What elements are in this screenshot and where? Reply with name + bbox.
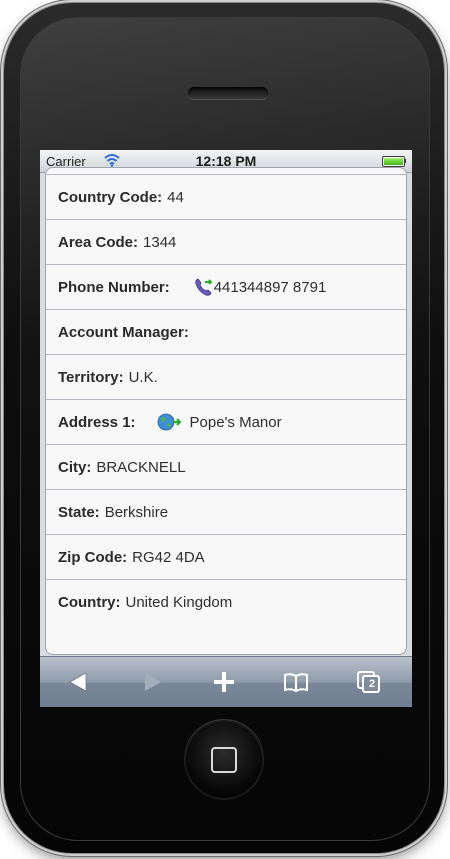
forward-arrow-icon[interactable]: [139, 670, 165, 694]
list-item-zip-code: Zip Code: RG42 4DA: [46, 534, 406, 579]
phone-number-link[interactable]: 441344897 8791: [214, 279, 327, 296]
field-label: City:: [58, 458, 92, 476]
field-label: Phone Number:: [58, 278, 170, 296]
field-value: BRACKNELL: [96, 458, 186, 476]
battery-tip: [404, 159, 406, 163]
field-label: State:: [58, 503, 100, 521]
field-value: Berkshire: [104, 503, 169, 521]
field-label: Zip Code:: [58, 548, 128, 566]
browser-toolbar: 2: [40, 656, 412, 707]
list-item-area-code: Area Code: 1344: [46, 219, 406, 264]
back-arrow-icon[interactable]: [66, 670, 92, 694]
list-item-phone-number[interactable]: Phone Number: 441344897 8791: [46, 264, 406, 309]
list-item-country-code: Country Code: 44: [46, 174, 406, 219]
iphone-device: Carrier 12:18 PM Country Code: 44 Area C…: [4, 3, 444, 853]
battery-full-icon: [382, 156, 405, 167]
list-item-state: State: Berkshire: [46, 489, 406, 534]
field-value: U.K.: [128, 368, 158, 386]
phone-call-icon[interactable]: [194, 277, 214, 297]
field-label: Account Manager:: [58, 323, 189, 341]
globe-map-icon[interactable]: [156, 412, 182, 432]
pages-count: 2: [368, 678, 376, 690]
field-value: RG42 4DA: [132, 548, 205, 566]
pages-icon[interactable]: 2: [356, 670, 382, 694]
field-label: Country Code:: [58, 188, 163, 206]
field-value: United Kingdom: [125, 593, 233, 611]
address-link[interactable]: Pope's Manor: [190, 414, 282, 431]
open-book-icon[interactable]: [283, 670, 309, 694]
field-label: Area Code:: [58, 233, 139, 251]
wifi-icon: [104, 154, 120, 167]
detail-list: Country Code: 44 Area Code: 1344 Phone N…: [45, 167, 407, 655]
field-label: Country:: [58, 593, 121, 611]
home-button[interactable]: [186, 722, 262, 798]
list-item-territory: Territory: U.K.: [46, 354, 406, 399]
earpiece-speaker: [188, 87, 268, 99]
plus-icon[interactable]: [211, 670, 237, 694]
field-value: 1344: [143, 233, 177, 251]
list-item-account-manager: Account Manager:: [46, 309, 406, 354]
field-label: Address 1:: [58, 413, 136, 431]
list-item-city: City: BRACKNELL: [46, 444, 406, 489]
device-screen: Carrier 12:18 PM Country Code: 44 Area C…: [40, 150, 412, 707]
list-item-address[interactable]: Address 1: Pope's Manor: [46, 399, 406, 444]
list-item-country: Country: United Kingdom: [46, 579, 406, 624]
field-label: Territory:: [58, 368, 124, 386]
home-square-icon: [211, 747, 237, 773]
detail-content[interactable]: Country Code: 44 Area Code: 1344 Phone N…: [40, 167, 412, 656]
field-value: 44: [167, 188, 184, 206]
